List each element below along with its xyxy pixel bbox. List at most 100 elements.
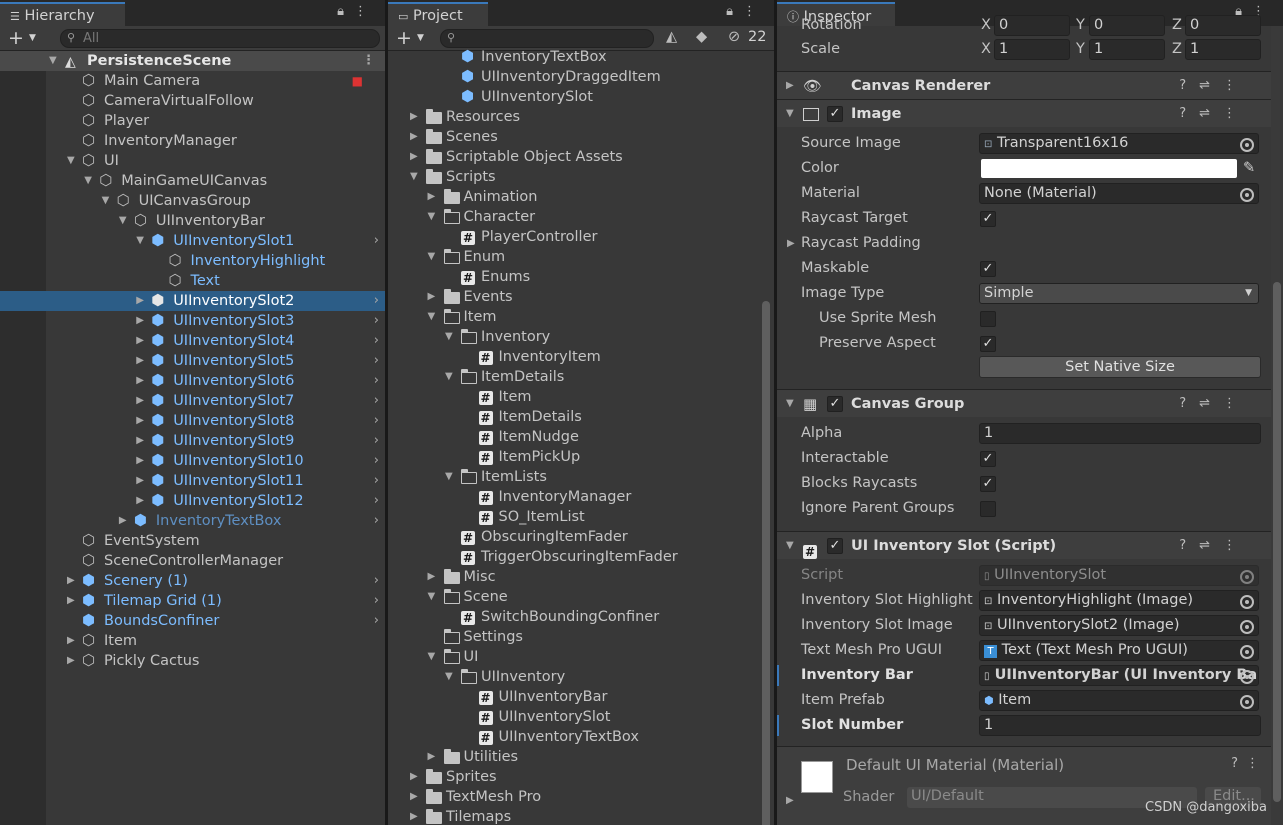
expand-down-icon[interactable]: ▼: [445, 367, 455, 387]
create-plus-icon[interactable]: +: [8, 27, 24, 49]
object-picker-icon[interactable]: [1240, 138, 1254, 152]
open-prefab-icon[interactable]: ›: [374, 331, 379, 351]
expand-right-icon[interactable]: ▶: [428, 187, 438, 207]
item-prefab-field[interactable]: ⬢ Item: [979, 690, 1259, 711]
expand-right-icon[interactable]: ▶: [136, 431, 146, 451]
hidden-packages-icon[interactable]: ⊘: [728, 29, 740, 45]
project-item[interactable]: ▼ Enum: [388, 247, 774, 267]
tmp-field[interactable]: T Text (Text Mesh Pro UGUI): [979, 640, 1259, 661]
project-item[interactable]: # UIInventoryTextBox: [388, 727, 774, 747]
project-item[interactable]: ▼ UIInventory: [388, 667, 774, 687]
project-item[interactable]: # UIInventorySlot: [388, 707, 774, 727]
project-item[interactable]: # ItemDetails: [388, 407, 774, 427]
rotation-z-field[interactable]: 0: [1185, 15, 1261, 36]
source-image-field[interactable]: ⊡ Transparent16x16: [979, 133, 1259, 154]
project-item[interactable]: ▶ Utilities: [388, 747, 774, 767]
image-expand-icon[interactable]: ▼: [786, 100, 794, 128]
open-prefab-icon[interactable]: ›: [374, 471, 379, 491]
hierarchy-item[interactable]: ▶ ⬢ UIInventorySlot11 ›: [0, 471, 385, 491]
material-picker-icon[interactable]: [1240, 188, 1254, 202]
set-native-size-button[interactable]: Set Native Size: [979, 356, 1261, 378]
expand-down-icon[interactable]: ▼: [428, 647, 438, 667]
project-item[interactable]: # Item: [388, 387, 774, 407]
project-item[interactable]: # TriggerObscuringItemFader: [388, 547, 774, 567]
hierarchy-item[interactable]: ⬡ InventoryHighlight: [0, 251, 385, 271]
expand-down-icon[interactable]: ▼: [102, 191, 112, 211]
slot-script-enabled-checkbox[interactable]: ✓: [827, 538, 843, 554]
preserve-aspect-checkbox[interactable]: ✓: [980, 336, 996, 352]
hierarchy-item[interactable]: ▶ ⬢ UIInventorySlot4 ›: [0, 331, 385, 351]
open-prefab-icon[interactable]: ›: [374, 391, 379, 411]
project-item[interactable]: # SwitchBoundingConfiner: [388, 607, 774, 627]
image-type-dropdown[interactable]: Simple ▼: [979, 283, 1259, 304]
expand-right-icon[interactable]: ▶: [410, 127, 420, 147]
scene-expand-icon[interactable]: ▼: [49, 51, 59, 71]
highlight-field[interactable]: ⊡ InventoryHighlight (Image): [979, 590, 1259, 611]
project-item[interactable]: # ObscuringItemFader: [388, 527, 774, 547]
open-prefab-icon[interactable]: ›: [374, 491, 379, 511]
project-item[interactable]: # Enums: [388, 267, 774, 287]
expand-right-icon[interactable]: ▶: [136, 311, 146, 331]
expand-right-icon[interactable]: ▶: [67, 651, 77, 671]
expand-right-icon[interactable]: ▶: [410, 807, 420, 825]
open-prefab-icon[interactable]: ›: [374, 611, 379, 631]
hierarchy-item[interactable]: ▶ ⬢ UIInventorySlot10 ›: [0, 451, 385, 471]
open-prefab-icon[interactable]: ›: [374, 431, 379, 451]
project-tab-menu-icons[interactable]: 🔒︎⋮: [726, 4, 766, 19]
project-item[interactable]: ▼ Character: [388, 207, 774, 227]
slot-number-field[interactable]: 1: [979, 715, 1261, 736]
hierarchy-search-input[interactable]: ⚲ All: [60, 29, 380, 48]
raycast-target-checkbox[interactable]: ✓: [980, 211, 996, 227]
project-create-plus-icon[interactable]: +: [396, 27, 412, 49]
project-item[interactable]: # ItemNudge: [388, 427, 774, 447]
expand-right-icon[interactable]: ▶: [428, 747, 438, 767]
expand-down-icon[interactable]: ▼: [136, 231, 146, 251]
expand-right-icon[interactable]: ▶: [67, 631, 77, 651]
expand-right-icon[interactable]: ▶: [410, 147, 420, 167]
project-item[interactable]: # UIInventoryBar: [388, 687, 774, 707]
expand-down-icon[interactable]: ▼: [445, 467, 455, 487]
open-prefab-icon[interactable]: ›: [374, 591, 379, 611]
expand-down-icon[interactable]: ▼: [428, 587, 438, 607]
expand-down-icon[interactable]: ▼: [67, 151, 77, 171]
canvas-group-expand-icon[interactable]: ▼: [786, 390, 794, 418]
hierarchy-item[interactable]: ⬡ CameraVirtualFollow: [0, 91, 385, 111]
expand-down-icon[interactable]: ▼: [428, 207, 438, 227]
color-swatch[interactable]: [981, 159, 1237, 178]
hierarchy-item[interactable]: ▼ ⬡ UI: [0, 151, 385, 171]
inventory-bar-picker-icon[interactable]: [1240, 670, 1254, 684]
raycast-padding-row[interactable]: ▶ Raycast Padding: [777, 231, 1271, 256]
canvas-group-enabled-checkbox[interactable]: ✓: [827, 396, 843, 412]
hierarchy-item[interactable]: ⬢ BoundsConfiner ›: [0, 611, 385, 631]
hierarchy-item[interactable]: ▶ ⬢ UIInventorySlot8 ›: [0, 411, 385, 431]
scale-x-field[interactable]: 1: [994, 39, 1070, 60]
eyedropper-icon[interactable]: ✎: [1243, 156, 1255, 181]
hierarchy-item[interactable]: ▶ ⬢ UIInventorySlot9 ›: [0, 431, 385, 451]
material-help-icons[interactable]: ?⋮: [1231, 756, 1267, 771]
expand-right-icon[interactable]: ▶: [136, 371, 146, 391]
interactable-checkbox[interactable]: ✓: [980, 451, 996, 467]
open-prefab-icon[interactable]: ›: [374, 291, 379, 311]
expand-right-icon[interactable]: ▶: [428, 567, 438, 587]
project-item[interactable]: ▶ Scriptable Object Assets: [388, 147, 774, 167]
project-create-dropdown-icon[interactable]: ▼: [417, 33, 424, 43]
material-expand-icon[interactable]: ▶: [786, 795, 794, 806]
hierarchy-item[interactable]: ▶ ⬡ Item: [0, 631, 385, 651]
tmp-picker-icon[interactable]: [1240, 645, 1254, 659]
scene-menu-icon[interactable]: ⋮: [362, 51, 375, 71]
project-item[interactable]: # SO_ItemList: [388, 507, 774, 527]
expand-right-icon[interactable]: ▶: [67, 571, 77, 591]
project-item[interactable]: ▶ Scenes: [388, 127, 774, 147]
hierarchy-item[interactable]: ⬡ SceneControllerManager: [0, 551, 385, 571]
canvas-group-menu-icons[interactable]: ?⇌⋮: [1179, 390, 1249, 418]
hierarchy-tab[interactable]: ☰ Hierarchy: [0, 2, 125, 26]
scene-row[interactable]: ▼ ◭ PersistenceScene ⋮: [0, 51, 385, 71]
expand-right-icon[interactable]: ▶: [136, 331, 146, 351]
scale-z-field[interactable]: 1: [1185, 39, 1261, 60]
hierarchy-item[interactable]: ⬡ Text: [0, 271, 385, 291]
project-item[interactable]: ▶ TextMesh Pro: [388, 787, 774, 807]
canvas-renderer-header[interactable]: ▶ 👁︎ Canvas Renderer ?⇌⋮: [777, 71, 1271, 99]
hierarchy-item[interactable]: ⬡ Main Camera ■: [0, 71, 385, 91]
expand-right-icon[interactable]: ▶: [67, 591, 77, 611]
hierarchy-item[interactable]: ▶ ⬢ UIInventorySlot7 ›: [0, 391, 385, 411]
